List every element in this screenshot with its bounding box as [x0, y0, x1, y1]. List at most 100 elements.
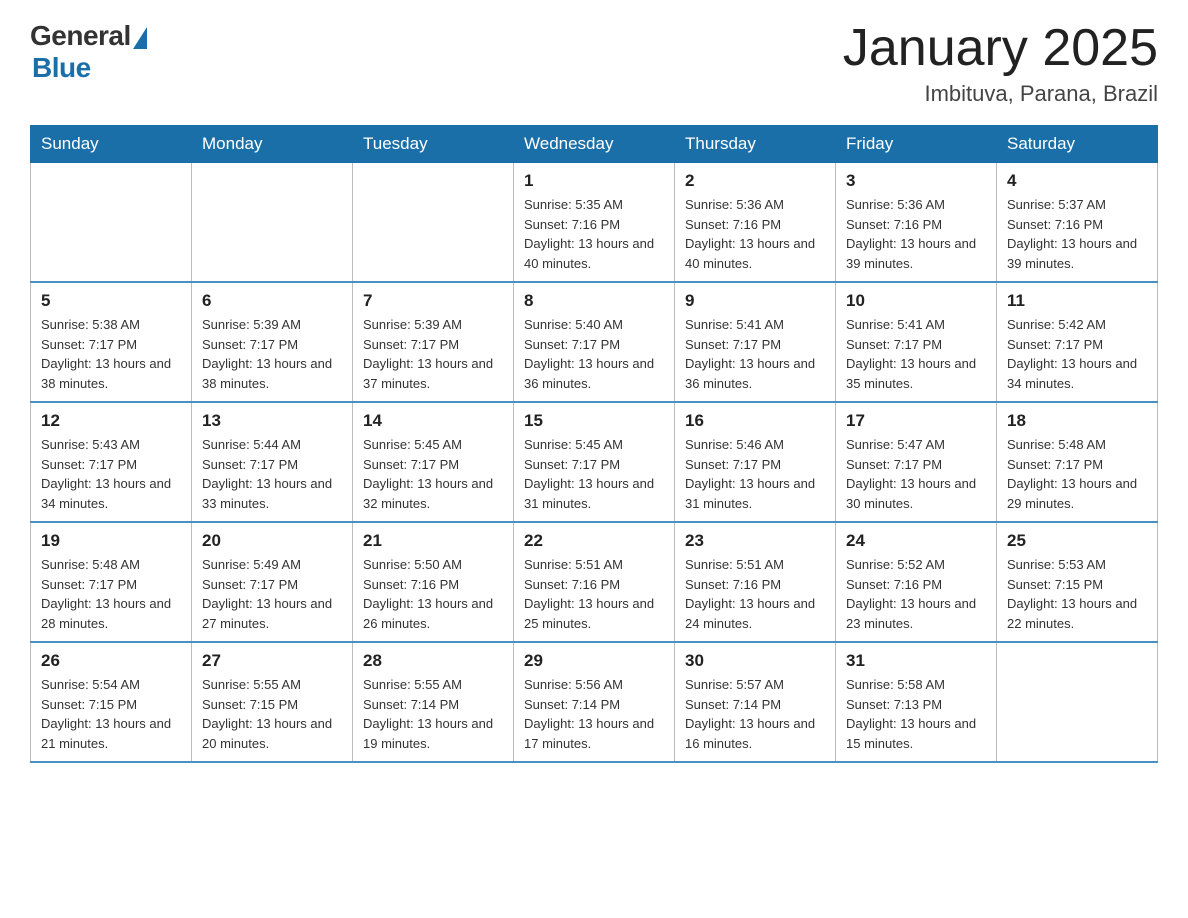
day-info: Sunrise: 5:46 AMSunset: 7:17 PMDaylight:…: [685, 435, 825, 513]
calendar-cell: 6 Sunrise: 5:39 AMSunset: 7:17 PMDaylight…: [192, 282, 353, 402]
day-info: Sunrise: 5:54 AMSunset: 7:15 PMDaylight:…: [41, 675, 181, 753]
day-info: Sunrise: 5:52 AMSunset: 7:16 PMDaylight:…: [846, 555, 986, 633]
day-info: Sunrise: 5:55 AMSunset: 7:14 PMDaylight:…: [363, 675, 503, 753]
day-info: Sunrise: 5:55 AMSunset: 7:15 PMDaylight:…: [202, 675, 342, 753]
calendar-cell: [997, 642, 1158, 762]
day-number: 29: [524, 651, 664, 671]
day-number: 19: [41, 531, 181, 551]
calendar-cell: 23 Sunrise: 5:51 AMSunset: 7:16 PMDayligh…: [675, 522, 836, 642]
weekday-header-tuesday: Tuesday: [353, 126, 514, 163]
day-info: Sunrise: 5:36 AMSunset: 7:16 PMDaylight:…: [685, 195, 825, 273]
calendar-cell: 20 Sunrise: 5:49 AMSunset: 7:17 PMDayligh…: [192, 522, 353, 642]
calendar-cell: 21 Sunrise: 5:50 AMSunset: 7:16 PMDayligh…: [353, 522, 514, 642]
calendar-cell: 18Sunrise: 5:48 AMSunset: 7:17 PMDayligh…: [997, 402, 1158, 522]
day-number: 23: [685, 531, 825, 551]
title-area: January 2025 Imbituva, Parana, Brazil: [843, 20, 1158, 107]
day-number: 12: [41, 411, 181, 431]
day-number: 16: [685, 411, 825, 431]
calendar-cell: 17 Sunrise: 5:47 AMSunset: 7:17 PMDayligh…: [836, 402, 997, 522]
day-number: 7: [363, 291, 503, 311]
calendar-cell: 4Sunrise: 5:37 AMSunset: 7:16 PMDaylight…: [997, 163, 1158, 283]
calendar-cell: [192, 163, 353, 283]
day-info: Sunrise: 5:56 AMSunset: 7:14 PMDaylight:…: [524, 675, 664, 753]
calendar-cell: 26 Sunrise: 5:54 AMSunset: 7:15 PMDayligh…: [31, 642, 192, 762]
calendar-cell: 13Sunrise: 5:44 AMSunset: 7:17 PMDayligh…: [192, 402, 353, 522]
calendar-table: SundayMondayTuesdayWednesdayThursdayFrid…: [30, 125, 1158, 763]
day-number: 9: [685, 291, 825, 311]
day-info: Sunrise: 5:44 AMSunset: 7:17 PMDaylight:…: [202, 435, 342, 513]
day-number: 22: [524, 531, 664, 551]
calendar-week-4: 19 Sunrise: 5:48 AMSunset: 7:17 PMDayligh…: [31, 522, 1158, 642]
calendar-cell: 29 Sunrise: 5:56 AMSunset: 7:14 PMDayligh…: [514, 642, 675, 762]
day-number: 17: [846, 411, 986, 431]
day-info: Sunrise: 5:49 AMSunset: 7:17 PMDaylight:…: [202, 555, 342, 633]
day-number: 27: [202, 651, 342, 671]
weekday-header-saturday: Saturday: [997, 126, 1158, 163]
day-info: Sunrise: 5:35 AMSunset: 7:16 PMDaylight:…: [524, 195, 664, 273]
day-info: Sunrise: 5:40 AMSunset: 7:17 PMDaylight:…: [524, 315, 664, 393]
calendar-week-5: 26 Sunrise: 5:54 AMSunset: 7:15 PMDayligh…: [31, 642, 1158, 762]
calendar-cell: 27 Sunrise: 5:55 AMSunset: 7:15 PMDayligh…: [192, 642, 353, 762]
day-number: 20: [202, 531, 342, 551]
calendar-header-row: SundayMondayTuesdayWednesdayThursdayFrid…: [31, 126, 1158, 163]
calendar-cell: 10Sunrise: 5:41 AMSunset: 7:17 PMDayligh…: [836, 282, 997, 402]
day-number: 25: [1007, 531, 1147, 551]
page-header: General Blue January 2025 Imbituva, Para…: [30, 20, 1158, 107]
day-number: 11: [1007, 291, 1147, 311]
day-number: 10: [846, 291, 986, 311]
day-number: 31: [846, 651, 986, 671]
day-info: Sunrise: 5:45 AMSunset: 7:17 PMDaylight:…: [524, 435, 664, 513]
day-number: 26: [41, 651, 181, 671]
logo-general-text: General: [30, 20, 131, 52]
day-number: 8: [524, 291, 664, 311]
day-info: Sunrise: 5:41 AMSunset: 7:17 PMDaylight:…: [685, 315, 825, 393]
calendar-cell: 7 Sunrise: 5:39 AMSunset: 7:17 PMDaylight…: [353, 282, 514, 402]
day-number: 24: [846, 531, 986, 551]
day-info: Sunrise: 5:48 AMSunset: 7:17 PMDaylight:…: [41, 555, 181, 633]
calendar-week-3: 12 Sunrise: 5:43 AMSunset: 7:17 PMDayligh…: [31, 402, 1158, 522]
day-info: Sunrise: 5:47 AMSunset: 7:17 PMDaylight:…: [846, 435, 986, 513]
calendar-cell: 31Sunrise: 5:58 AMSunset: 7:13 PMDayligh…: [836, 642, 997, 762]
day-number: 14: [363, 411, 503, 431]
weekday-header-monday: Monday: [192, 126, 353, 163]
calendar-cell: 5Sunrise: 5:38 AMSunset: 7:17 PMDaylight…: [31, 282, 192, 402]
day-number: 21: [363, 531, 503, 551]
weekday-header-friday: Friday: [836, 126, 997, 163]
calendar-cell: 11Sunrise: 5:42 AMSunset: 7:17 PMDayligh…: [997, 282, 1158, 402]
day-info: Sunrise: 5:51 AMSunset: 7:16 PMDaylight:…: [685, 555, 825, 633]
day-info: Sunrise: 5:50 AMSunset: 7:16 PMDaylight:…: [363, 555, 503, 633]
day-info: Sunrise: 5:39 AMSunset: 7:17 PMDaylight:…: [363, 315, 503, 393]
day-number: 15: [524, 411, 664, 431]
month-title: January 2025: [843, 20, 1158, 77]
calendar-cell: [31, 163, 192, 283]
calendar-cell: 8 Sunrise: 5:40 AMSunset: 7:17 PMDaylight…: [514, 282, 675, 402]
day-number: 2: [685, 171, 825, 191]
weekday-header-sunday: Sunday: [31, 126, 192, 163]
day-info: Sunrise: 5:53 AMSunset: 7:15 PMDaylight:…: [1007, 555, 1147, 633]
calendar-cell: 25 Sunrise: 5:53 AMSunset: 7:15 PMDayligh…: [997, 522, 1158, 642]
calendar-week-2: 5Sunrise: 5:38 AMSunset: 7:17 PMDaylight…: [31, 282, 1158, 402]
calendar-cell: 1 Sunrise: 5:35 AMSunset: 7:16 PMDaylight…: [514, 163, 675, 283]
logo-blue-text: Blue: [32, 52, 91, 84]
day-number: 1: [524, 171, 664, 191]
day-number: 18: [1007, 411, 1147, 431]
calendar-week-1: 1 Sunrise: 5:35 AMSunset: 7:16 PMDaylight…: [31, 163, 1158, 283]
day-number: 3: [846, 171, 986, 191]
calendar-cell: 15 Sunrise: 5:45 AMSunset: 7:17 PMDayligh…: [514, 402, 675, 522]
calendar-cell: [353, 163, 514, 283]
location-text: Imbituva, Parana, Brazil: [843, 81, 1158, 107]
day-number: 5: [41, 291, 181, 311]
day-info: Sunrise: 5:43 AMSunset: 7:17 PMDaylight:…: [41, 435, 181, 513]
weekday-header-thursday: Thursday: [675, 126, 836, 163]
logo-triangle-icon: [133, 27, 147, 49]
logo: General Blue: [30, 20, 147, 84]
day-number: 6: [202, 291, 342, 311]
calendar-cell: 22Sunrise: 5:51 AMSunset: 7:16 PMDayligh…: [514, 522, 675, 642]
day-number: 30: [685, 651, 825, 671]
calendar-cell: 3Sunrise: 5:36 AMSunset: 7:16 PMDaylight…: [836, 163, 997, 283]
day-info: Sunrise: 5:45 AMSunset: 7:17 PMDaylight:…: [363, 435, 503, 513]
calendar-cell: 14 Sunrise: 5:45 AMSunset: 7:17 PMDayligh…: [353, 402, 514, 522]
weekday-header-wednesday: Wednesday: [514, 126, 675, 163]
day-info: Sunrise: 5:39 AMSunset: 7:17 PMDaylight:…: [202, 315, 342, 393]
day-number: 28: [363, 651, 503, 671]
